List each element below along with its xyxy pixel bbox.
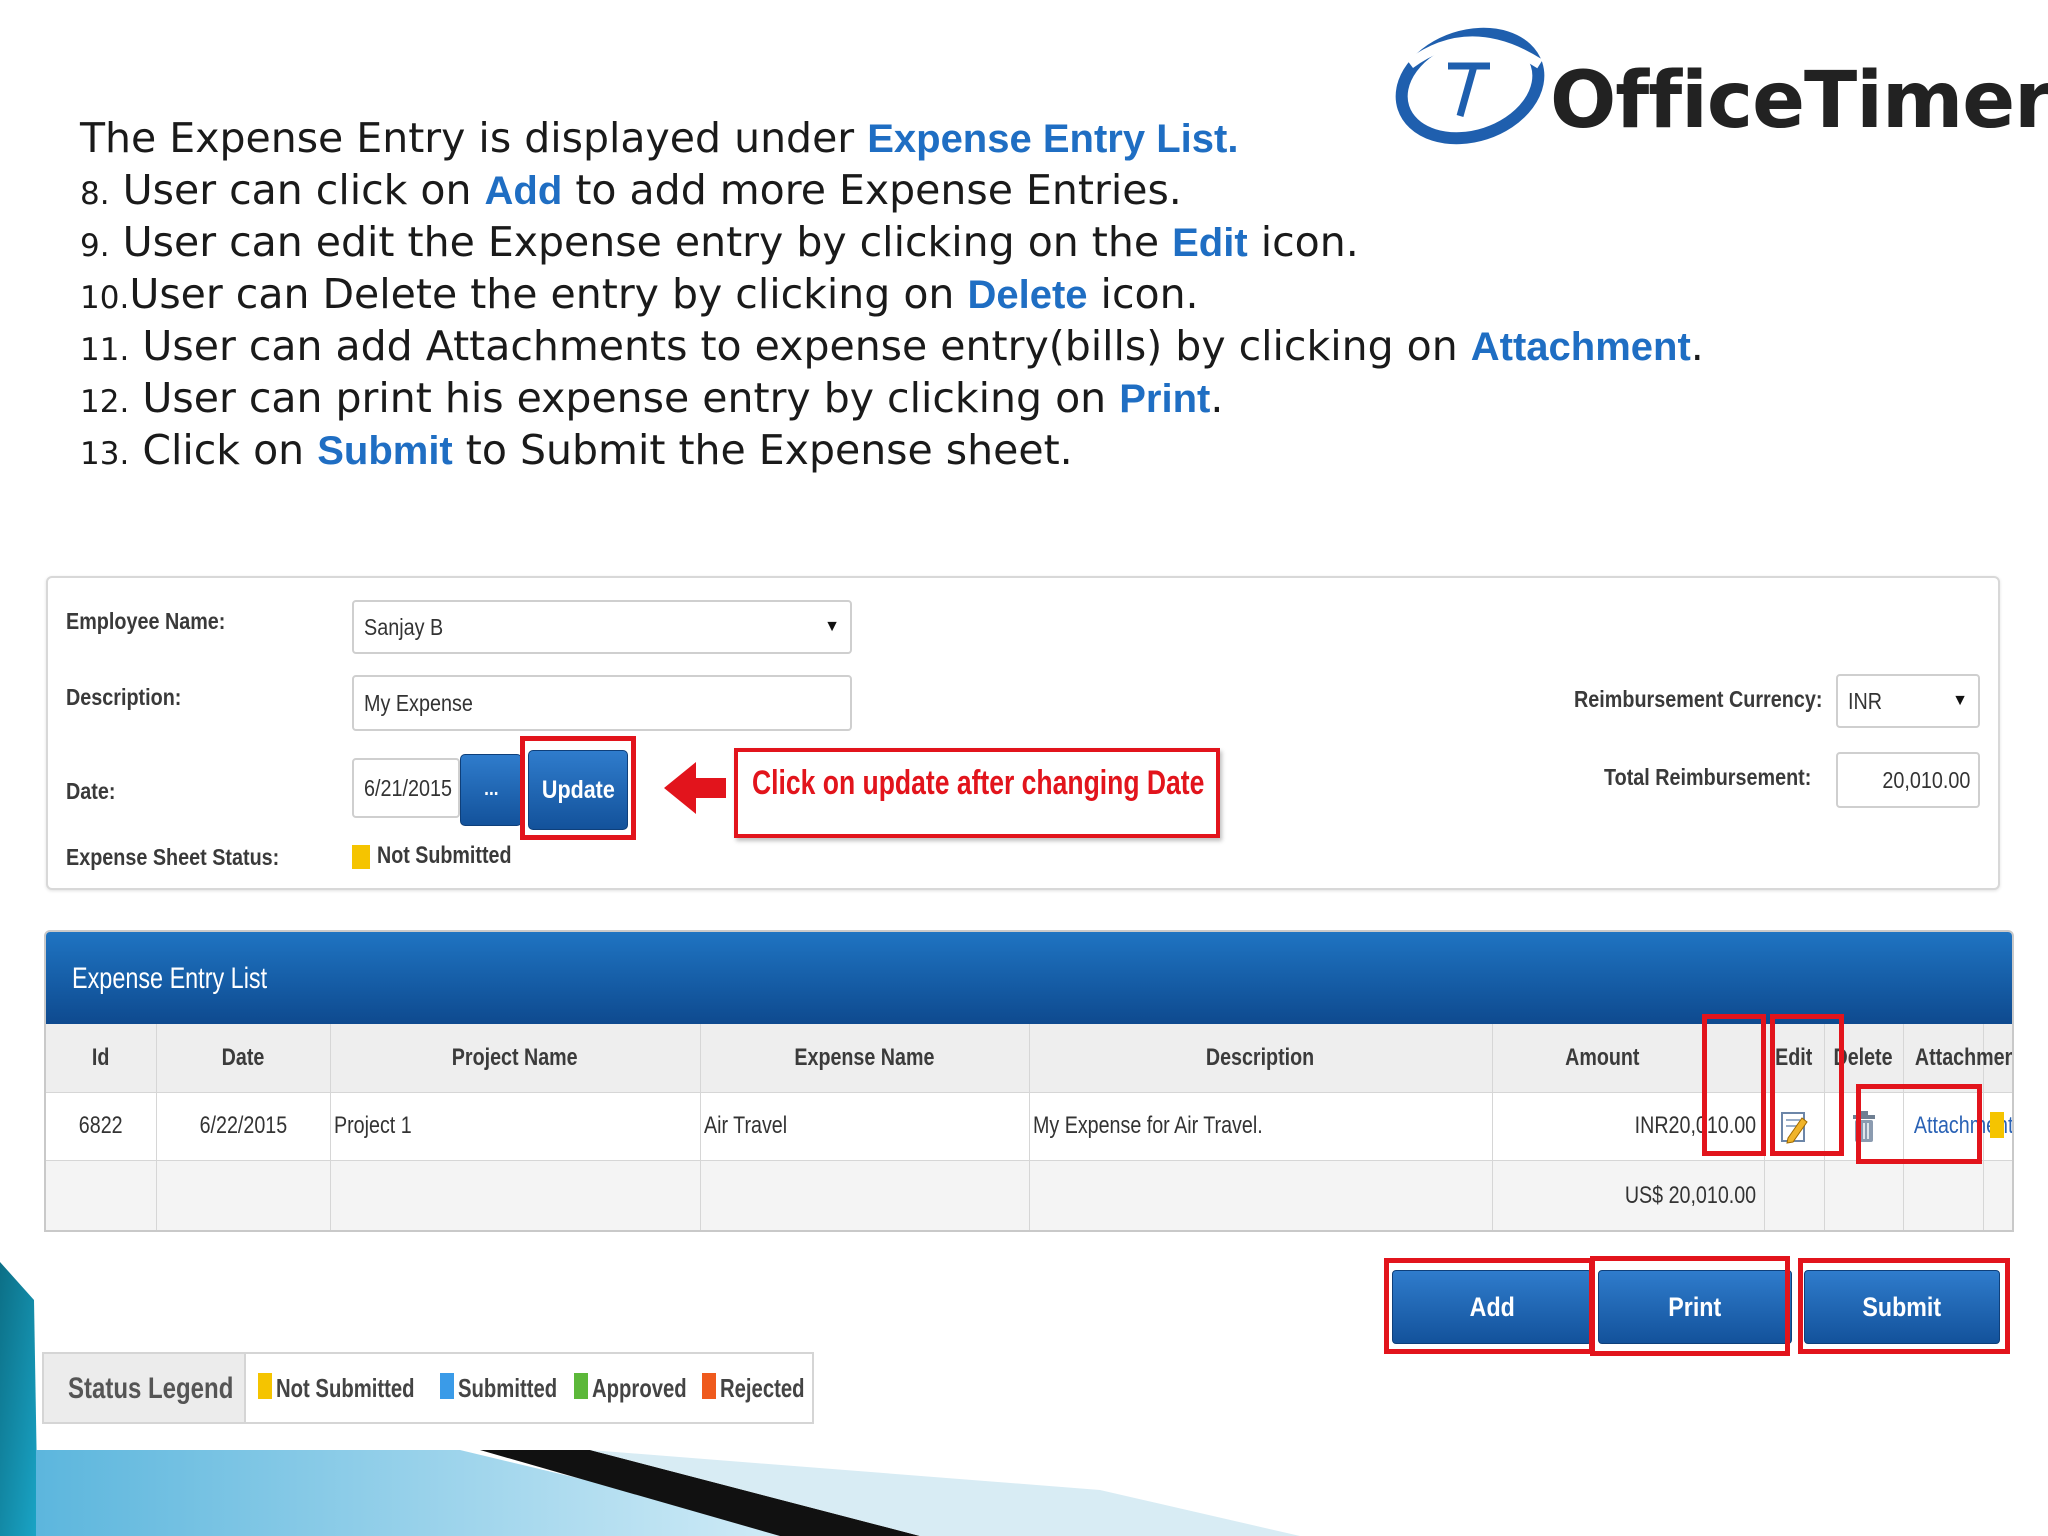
column-header-description[interactable]: Description xyxy=(1029,1044,1492,1072)
date-picker-button[interactable]: ... xyxy=(460,754,522,826)
step-text: Click on xyxy=(142,426,318,474)
attachment-highlight-box xyxy=(1856,1084,1982,1164)
cell-id: 6822 xyxy=(79,1112,123,1139)
total-reimbursement-field: 20,010.00 xyxy=(1836,752,1980,808)
instruction-steps: 8. User can click on Add to add more Exp… xyxy=(80,164,1704,476)
step-number: 10. xyxy=(80,280,130,316)
intro-prefix: The Expense Entry is displayed under xyxy=(80,114,868,162)
step-number: 11. xyxy=(80,332,130,368)
clock-swoosh-icon xyxy=(1395,27,1545,145)
step-text: User can print his expense entry by clic… xyxy=(142,374,1120,422)
employee-name-select[interactable]: Sanjay B ▼ xyxy=(352,600,852,654)
employee-name-value: Sanjay B xyxy=(364,614,444,640)
arrow-left-icon xyxy=(664,762,726,814)
description-value: My Expense xyxy=(364,690,473,716)
update-callout: Click on update after changing Date xyxy=(734,748,1220,838)
step-keyword: Submit xyxy=(317,429,453,473)
list-header-bar: Expense Entry List xyxy=(46,932,2012,1024)
step-item: 12. User can print his expense entry by … xyxy=(80,372,1704,424)
add-highlight-box xyxy=(1384,1258,1594,1354)
step-text: icon. xyxy=(1247,218,1359,266)
expense-sheet-form: Employee Name: Sanjay B ▼ Description: M… xyxy=(46,576,2000,890)
step-number: 13. xyxy=(80,436,130,472)
total-usd: US$ 20,010.00 xyxy=(1624,1182,1756,1209)
status-legend: Status Legend Not Submitted Submitted Ap… xyxy=(42,1352,814,1424)
step-text: User can Delete the entry by clicking on xyxy=(129,270,968,318)
step-text: User can add Attachments to expense entr… xyxy=(142,322,1471,370)
step-number: 9. xyxy=(80,228,110,264)
total-value: 20,010.00 xyxy=(1881,767,1970,793)
legend-swatch xyxy=(440,1373,454,1399)
dropdown-caret-icon: ▼ xyxy=(1952,692,1968,709)
step-text: . xyxy=(1690,322,1704,370)
date-label: Date: xyxy=(66,778,116,804)
officetimer-logo: OfficeTimer xyxy=(1390,24,2048,154)
status-value: Not Submitted xyxy=(376,842,512,869)
list-title: Expense Entry List xyxy=(72,962,268,995)
date-value: 6/21/2015 xyxy=(364,775,453,801)
column-header-expense-name[interactable]: Expense Name xyxy=(700,1044,1029,1072)
date-field[interactable]: 6/21/2015 xyxy=(352,758,460,818)
logo-text: OfficeTimer xyxy=(1550,56,2048,146)
description-field[interactable]: My Expense xyxy=(352,675,852,731)
update-highlight-box xyxy=(520,736,636,840)
legend-title-cell: Status Legend xyxy=(44,1354,246,1422)
legend-item: Approved xyxy=(574,1373,713,1404)
description-label: Description: xyxy=(66,684,182,710)
step-number: 12. xyxy=(80,384,130,420)
step-item: 9. User can edit the Expense entry by cl… xyxy=(80,216,1704,268)
step-item: 11. User can add Attachments to expense … xyxy=(80,320,1704,372)
submit-highlight-box xyxy=(1798,1258,2010,1354)
dropdown-caret-icon: ▼ xyxy=(824,618,840,635)
legend-item: Not Submitted xyxy=(258,1373,454,1404)
step-keyword: Add xyxy=(484,169,563,213)
step-item: 13. Click on Submit to Submit the Expens… xyxy=(80,424,1704,476)
legend-item: Submitted xyxy=(440,1373,585,1404)
step-text: . xyxy=(1210,374,1224,422)
delete-highlight-box xyxy=(1770,1014,1844,1156)
column-header-amount[interactable]: Amount xyxy=(1492,1044,1712,1072)
intro-keyword: Expense Entry List. xyxy=(867,117,1239,161)
status-color-swatch xyxy=(352,844,370,869)
legend-swatch xyxy=(258,1373,272,1399)
cell-date: 6/22/2015 xyxy=(199,1112,287,1139)
step-text: User can edit the Expense entry by click… xyxy=(122,218,1173,266)
employee-name-label: Employee Name: xyxy=(66,608,226,634)
legend-title: Status Legend xyxy=(68,1372,234,1405)
step-text: to Submit the Expense sheet. xyxy=(452,426,1073,474)
step-keyword: Print xyxy=(1119,377,1211,421)
column-header-date[interactable]: Date xyxy=(156,1044,330,1072)
legend-swatch xyxy=(574,1373,588,1399)
cell-project-name: Project 1 xyxy=(334,1112,412,1139)
expense-sheet-status: Not Submitted xyxy=(352,842,541,870)
expense-sheet-status-label: Expense Sheet Status: xyxy=(66,844,280,870)
reimbursement-currency-select[interactable]: INR ▼ xyxy=(1836,674,1980,728)
reimbursement-currency-label: Reimbursement Currency: xyxy=(1574,686,1823,712)
step-number: 8. xyxy=(80,176,110,212)
step-text: User can click on xyxy=(122,166,485,214)
column-header-id[interactable]: Id xyxy=(46,1044,156,1072)
column-header-project-name[interactable]: Project Name xyxy=(330,1044,700,1072)
legend-swatch xyxy=(702,1373,716,1399)
currency-value: INR xyxy=(1848,688,1883,714)
step-text: to add more Expense Entries. xyxy=(562,166,1182,214)
print-highlight-box xyxy=(1590,1256,1790,1356)
legend-item: Rejected xyxy=(702,1373,828,1404)
step-keyword: Delete xyxy=(967,273,1088,317)
intro-text: The Expense Entry is displayed under Exp… xyxy=(80,112,1238,165)
step-item: 8. User can click on Add to add more Exp… xyxy=(80,164,1704,216)
step-text: icon. xyxy=(1087,270,1199,318)
column-header-attachment: Attachment xyxy=(1914,1044,2014,1071)
row-status-swatch xyxy=(1990,1112,2004,1138)
cell-description: My Expense for Air Travel. xyxy=(1033,1112,1263,1139)
step-item: 10.User can Delete the entry by clicking… xyxy=(80,268,1704,320)
step-keyword: Edit xyxy=(1172,221,1248,265)
edit-highlight-box xyxy=(1702,1014,1766,1156)
step-keyword: Attachment xyxy=(1470,325,1691,369)
total-reimbursement-label: Total Reimbursement: xyxy=(1604,764,1812,790)
cell-expense-name: Air Travel xyxy=(704,1112,788,1139)
